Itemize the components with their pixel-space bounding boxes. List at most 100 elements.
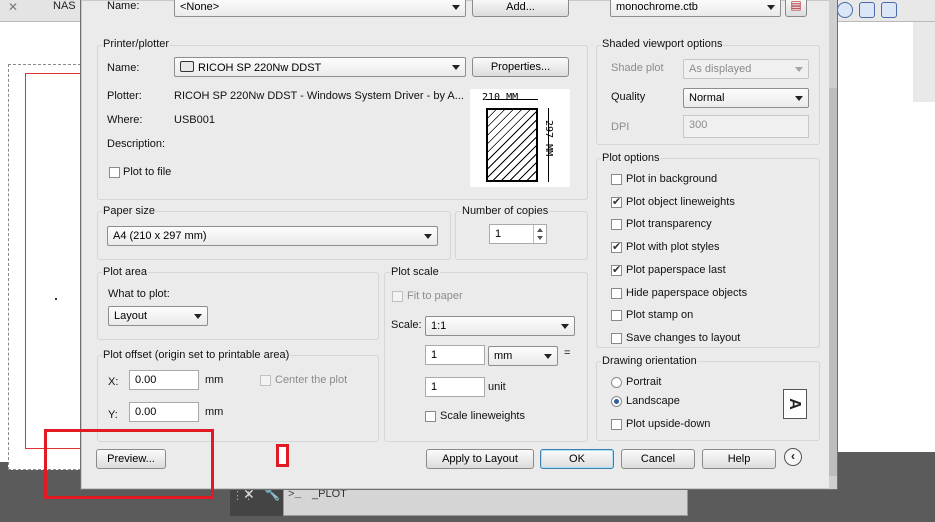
- landscape-radio[interactable]: [611, 396, 622, 407]
- scale-value: 1:1: [431, 320, 447, 332]
- plot-option-checkbox[interactable]: [611, 333, 622, 344]
- chevron-down-icon: [452, 5, 460, 10]
- page-setup-name-label: Name:: [107, 0, 140, 12]
- printer-name-value-wrap: RICOH SP 220Nw DDST: [180, 61, 321, 74]
- apply-to-layout-button[interactable]: Apply to Layout: [426, 449, 534, 469]
- plot-option-checkbox[interactable]: [611, 195, 622, 208]
- offset-y-unit: mm: [205, 406, 224, 418]
- canvas-scrollbar[interactable]: [913, 22, 935, 102]
- plotter-label: Plotter:: [107, 90, 142, 102]
- center-the-plot-label: Center the plot: [275, 374, 348, 386]
- where-label: Where:: [107, 114, 143, 126]
- plot-style-edit-button[interactable]: ▤: [785, 0, 807, 17]
- portrait-radio[interactable]: [611, 377, 622, 388]
- scale-drawing-unit-label: unit: [488, 381, 506, 393]
- offset-y-input[interactable]: 0.00: [129, 402, 199, 422]
- plot-upside-down-label: Plot upside-down: [626, 418, 711, 430]
- paper-size-select[interactable]: A4 (210 x 297 mm): [107, 226, 438, 246]
- chevron-down-icon: [194, 314, 202, 319]
- offset-x-input[interactable]: 0.00: [129, 370, 199, 390]
- plot-style-edit-icon: ▤: [790, 0, 802, 12]
- shade-plot-label: Shade plot: [611, 62, 664, 74]
- less-options-button[interactable]: ‹: [784, 448, 802, 466]
- add-page-setup-button[interactable]: Add...: [472, 0, 569, 17]
- paper-size-title: Paper size: [102, 205, 156, 217]
- ok-button[interactable]: OK: [540, 449, 614, 469]
- plot-option-checkbox[interactable]: [611, 288, 622, 299]
- where-value: USB001: [174, 114, 215, 126]
- chevron-down-icon: [795, 96, 803, 101]
- scale-drawing-units-input[interactable]: 1: [425, 377, 485, 397]
- scale-unit-select[interactable]: mm: [488, 346, 558, 366]
- chevron-down-icon: [767, 5, 775, 10]
- shade-plot-select[interactable]: As displayed: [683, 59, 809, 79]
- paper-preview-sheet: [486, 108, 538, 182]
- what-to-plot-select[interactable]: Layout: [108, 306, 208, 326]
- document-tab[interactable]: NAS: [53, 0, 76, 12]
- help-button[interactable]: Help: [702, 449, 776, 469]
- sheet-border: [25, 73, 85, 449]
- landscape-orientation-icon: A: [783, 389, 807, 419]
- center-the-plot-checkbox[interactable]: [260, 375, 271, 386]
- plot-option-label: Plot transparency: [626, 218, 712, 230]
- copies-stepper[interactable]: [533, 225, 546, 243]
- highlight-marker: [276, 444, 289, 467]
- plotter-value: RICOH SP 220Nw DDST - Windows System Dri…: [174, 90, 464, 102]
- plot-option-checkbox[interactable]: [611, 310, 622, 321]
- plot-style-table-select[interactable]: monochrome.ctb: [610, 0, 781, 17]
- quality-select[interactable]: Normal: [683, 88, 809, 108]
- command-prompt-icon: >_: [288, 489, 302, 501]
- printer-icon: [180, 61, 194, 72]
- description-label: Description:: [107, 138, 166, 150]
- scale-paper-units-input[interactable]: 1: [425, 345, 485, 365]
- plot-scale-title: Plot scale: [390, 266, 440, 278]
- copies-value: 1: [495, 228, 502, 240]
- copies-input[interactable]: 1: [489, 224, 547, 244]
- chevron-down-icon: [424, 234, 432, 239]
- printer-plotter-title: Printer/plotter: [102, 38, 171, 50]
- scale-lineweights-label: Scale lineweights: [440, 410, 525, 422]
- plot-option-label: Save changes to layout: [626, 332, 741, 344]
- printer-properties-button[interactable]: Properties...: [472, 57, 569, 77]
- paper-height-label: 297 MM: [543, 120, 554, 157]
- canvas-point: [55, 298, 57, 300]
- plot-style-table-value: monochrome.ctb: [616, 1, 698, 13]
- plot-upside-down-checkbox[interactable]: [611, 419, 622, 430]
- page-setup-name-select[interactable]: <None>: [174, 0, 466, 17]
- dpi-input[interactable]: 300: [683, 115, 809, 138]
- stepper-down-icon[interactable]: [537, 236, 543, 240]
- printer-name-select[interactable]: RICOH SP 220Nw DDST: [174, 57, 466, 77]
- chevron-down-icon: [544, 354, 552, 359]
- shade-plot-value: As displayed: [689, 63, 752, 75]
- plot-option-label: Plot with plot styles: [626, 241, 720, 253]
- cancel-button[interactable]: Cancel: [621, 449, 695, 469]
- shaded-viewport-title: Shaded viewport options: [601, 38, 724, 50]
- portrait-label: Portrait: [626, 376, 662, 388]
- globe-icon[interactable]: [837, 2, 853, 18]
- scale-select[interactable]: 1:1: [425, 316, 575, 336]
- document-tab-close-icon[interactable]: ✕: [8, 0, 22, 14]
- plot-to-file-checkbox[interactable]: [109, 167, 120, 178]
- plot-option-checkbox[interactable]: [611, 240, 622, 253]
- plot-option-checkbox[interactable]: [611, 174, 622, 185]
- fit-to-paper-checkbox[interactable]: [392, 291, 403, 302]
- plot-option-checkbox[interactable]: [611, 263, 622, 276]
- viewport-icon[interactable]: [859, 2, 875, 18]
- what-to-plot-label: What to plot:: [108, 288, 170, 300]
- printer-name-label: Name:: [107, 62, 140, 74]
- dialog-scrollbar-thumb[interactable]: [829, 88, 837, 476]
- layout-grid-icon[interactable]: [881, 2, 897, 18]
- offset-y-label: Y:: [108, 409, 118, 421]
- offset-x-label: X:: [108, 376, 119, 388]
- landscape-label: Landscape: [626, 395, 680, 407]
- scale-equals-sign: =: [564, 347, 571, 359]
- printer-name-value: RICOH SP 220Nw DDST: [198, 62, 322, 74]
- plot-option-checkbox[interactable]: [611, 219, 622, 230]
- copies-title: Number of copies: [461, 205, 550, 217]
- stepper-up-icon[interactable]: [537, 228, 543, 232]
- plot-options-title: Plot options: [601, 152, 661, 164]
- paper-size-value: A4 (210 x 297 mm): [113, 230, 207, 242]
- scale-lineweights-checkbox[interactable]: [425, 411, 436, 422]
- orientation-letter: A: [785, 398, 803, 410]
- highlight-frame: [44, 429, 214, 499]
